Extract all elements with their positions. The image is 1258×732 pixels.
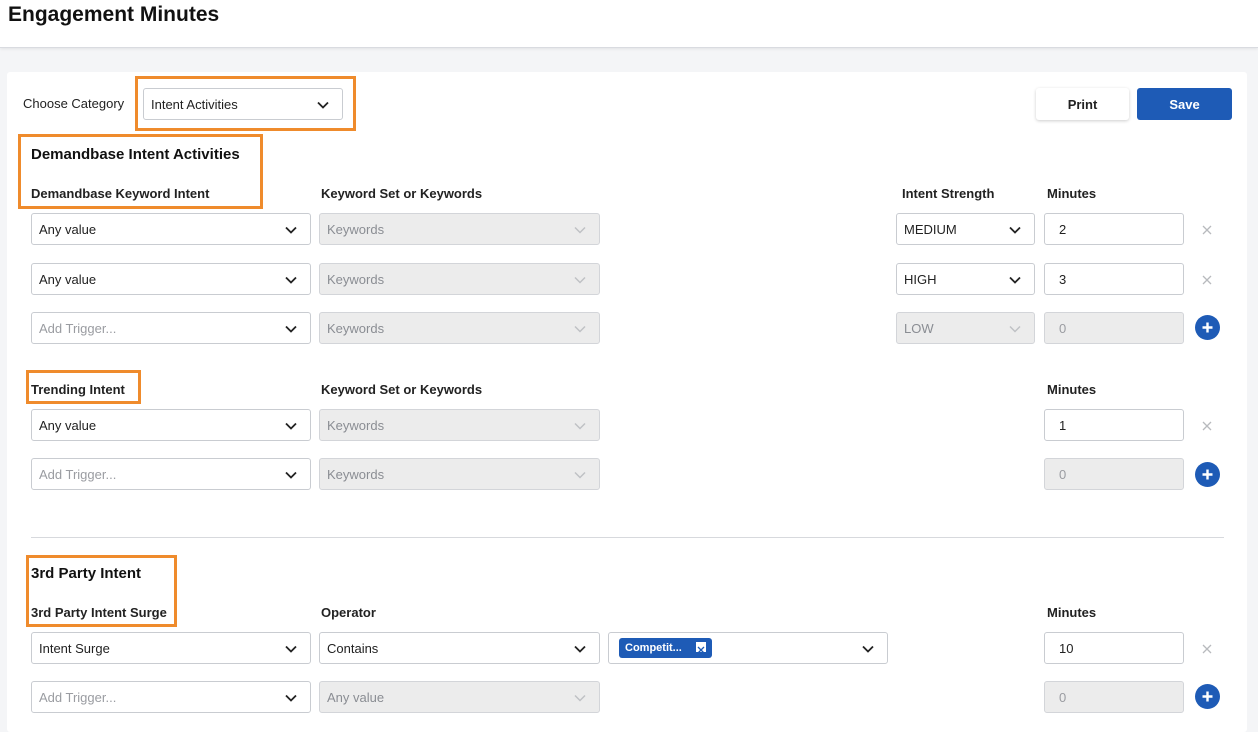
- trigger-select[interactable]: Any value: [31, 213, 311, 245]
- save-button[interactable]: Save: [1137, 88, 1232, 120]
- chevron-down-icon: [1008, 322, 1022, 336]
- intent-strength-value: HIGH: [904, 271, 937, 287]
- trigger-select[interactable]: Any value: [31, 263, 311, 295]
- trigger-select-value: Intent Surge: [39, 640, 110, 656]
- chevron-down-icon: [573, 223, 587, 237]
- minutes-input: 0: [1044, 681, 1184, 713]
- minutes-input: 0: [1044, 312, 1184, 344]
- highlight-box: [26, 555, 177, 627]
- intent-strength-value: LOW: [904, 320, 934, 336]
- add-row-button[interactable]: [1195, 462, 1220, 487]
- chevron-down-icon: [573, 642, 587, 656]
- add-row-button[interactable]: [1195, 315, 1220, 340]
- add-trigger-select[interactable]: Add Trigger...: [31, 312, 311, 344]
- chevron-down-icon: [284, 322, 298, 336]
- intent-strength-value: MEDIUM: [904, 221, 957, 237]
- trigger-select-value: Any value: [39, 417, 97, 433]
- plus-icon: [1202, 691, 1213, 702]
- operator-select-value: Contains: [327, 640, 379, 656]
- chevron-down-icon: [573, 419, 587, 433]
- remove-row-icon[interactable]: [1201, 273, 1213, 285]
- trigger-select[interactable]: Intent Surge: [31, 632, 311, 664]
- keywords-select-value: Keywords: [327, 320, 385, 336]
- add-row-button[interactable]: [1195, 684, 1220, 709]
- chevron-down-icon: [284, 468, 298, 482]
- category-label: Choose Category: [23, 96, 125, 111]
- col-header-intent-strength: Intent Strength: [902, 186, 995, 201]
- minutes-input: 0: [1044, 458, 1184, 490]
- keywords-select: Keywords: [319, 312, 600, 344]
- highlight-box: [135, 76, 356, 131]
- trigger-select-value: Any value: [39, 221, 97, 237]
- minutes-input[interactable]: 10: [1044, 632, 1184, 664]
- operator-select-value: Any value: [327, 689, 385, 705]
- main-card: Choose Category Intent Activities Print …: [7, 72, 1247, 732]
- keywords-select: Keywords: [319, 263, 600, 295]
- trigger-select-value: Any value: [39, 271, 97, 287]
- keywords-select-value: Keywords: [327, 221, 385, 237]
- plus-icon: [1202, 322, 1213, 333]
- chevron-down-icon: [284, 223, 298, 237]
- add-trigger-select[interactable]: Add Trigger...: [31, 681, 311, 713]
- highlight-box: [18, 134, 263, 209]
- keywords-select-value: Keywords: [327, 417, 385, 433]
- remove-row-icon[interactable]: [1201, 223, 1213, 235]
- trigger-select[interactable]: Any value: [31, 409, 311, 441]
- keywords-select: Keywords: [319, 213, 600, 245]
- col-header-minutes: Minutes: [1047, 186, 1097, 201]
- col-header-operator: Operator: [321, 605, 376, 620]
- intent-strength-select[interactable]: MEDIUM: [896, 213, 1035, 245]
- add-trigger-placeholder: Add Trigger...: [39, 320, 117, 336]
- chevron-down-icon: [284, 642, 298, 656]
- intent-strength-select: LOW: [896, 312, 1035, 344]
- print-button[interactable]: Print: [1036, 88, 1129, 120]
- operator-select[interactable]: Contains: [319, 632, 600, 664]
- section-divider: [31, 537, 1224, 538]
- page-title: Engagement Minutes: [8, 3, 220, 26]
- remove-row-icon[interactable]: [1201, 419, 1213, 431]
- chevron-down-icon: [1008, 223, 1022, 237]
- keywords-select: Keywords: [319, 409, 600, 441]
- chevron-down-icon: [861, 642, 875, 656]
- minutes-input[interactable]: 1: [1044, 409, 1184, 441]
- chevron-down-icon: [284, 691, 298, 705]
- highlight-box: [26, 370, 141, 404]
- col-header-minutes: Minutes: [1047, 605, 1097, 620]
- chevron-down-icon: [573, 322, 587, 336]
- intent-strength-select[interactable]: HIGH: [896, 263, 1035, 295]
- chevron-down-icon: [573, 691, 587, 705]
- operator-select: Any value: [319, 681, 600, 713]
- add-trigger-select[interactable]: Add Trigger...: [31, 458, 311, 490]
- col-header-keywords: Keyword Set or Keywords: [321, 186, 483, 201]
- chevron-down-icon: [573, 468, 587, 482]
- keywords-select: Keywords: [319, 458, 600, 490]
- add-trigger-placeholder: Add Trigger...: [39, 466, 117, 482]
- col-header-minutes: Minutes: [1047, 382, 1097, 397]
- chevron-down-icon: [284, 419, 298, 433]
- plus-icon: [1202, 469, 1213, 480]
- keywords-select-value: Keywords: [327, 271, 385, 287]
- keywords-select-value: Keywords: [327, 466, 385, 482]
- tag-remove-icon[interactable]: [696, 642, 706, 654]
- minutes-input[interactable]: 2: [1044, 213, 1184, 245]
- add-trigger-placeholder: Add Trigger...: [39, 689, 117, 705]
- top-bar: Engagement Minutes: [0, 0, 1258, 48]
- chevron-down-icon: [284, 273, 298, 287]
- tag-label: Competit...: [625, 642, 682, 654]
- col-header-keywords: Keyword Set or Keywords: [321, 382, 483, 397]
- chevron-down-icon: [573, 273, 587, 287]
- remove-row-icon[interactable]: [1201, 642, 1213, 654]
- minutes-input[interactable]: 3: [1044, 263, 1184, 295]
- chevron-down-icon: [1008, 273, 1022, 287]
